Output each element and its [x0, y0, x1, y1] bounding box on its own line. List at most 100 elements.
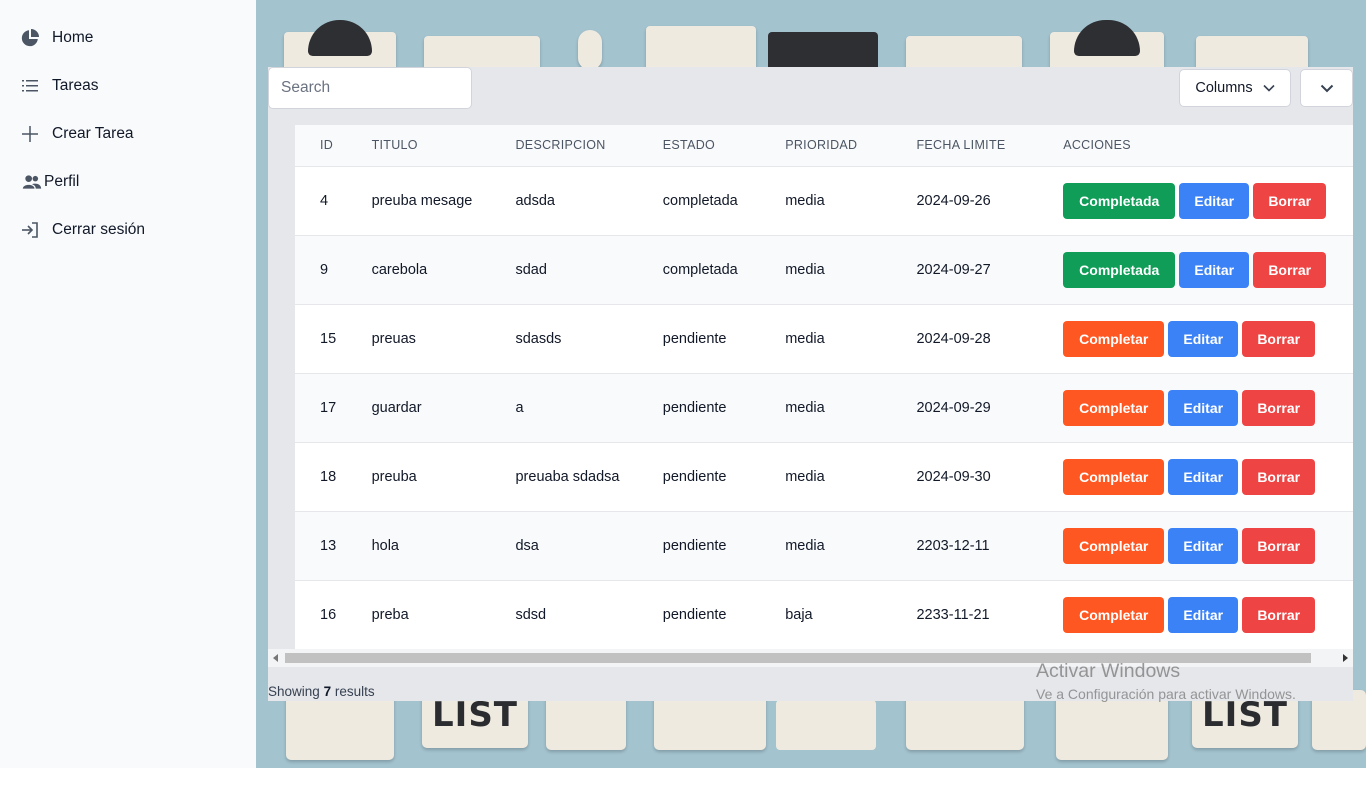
cell-prioridad: media — [785, 442, 917, 512]
sidebar-item-perfil[interactable]: Perfil — [0, 158, 256, 206]
scroll-right-arrow-icon[interactable] — [1343, 654, 1348, 662]
complete-button[interactable]: Completar — [1063, 458, 1165, 495]
cell-fecha-limite: 2024-09-30 — [916, 442, 1064, 512]
cell-acciones: Completar Editar Borrar — [1063, 442, 1353, 512]
sidebar-item-label: Home — [52, 29, 94, 46]
plus-icon — [20, 124, 40, 144]
column-header-titulo[interactable]: TITULO — [371, 125, 516, 167]
complete-button[interactable]: Completar — [1063, 527, 1165, 564]
delete-button[interactable]: Borrar — [1242, 527, 1316, 564]
windows-activation-watermark: Activar Windows Ve a Configuración para … — [1036, 660, 1296, 702]
cell-id: 15 — [295, 304, 372, 374]
sidebar: Home Tareas Crear Tarea Perfil Cerrar se… — [0, 0, 256, 768]
cell-prioridad: baja — [785, 580, 917, 649]
table-header-row: ID TITULO DESCRIPCION ESTADO PRIORIDAD F… — [295, 125, 1353, 167]
delete-button[interactable]: Borrar — [1253, 251, 1327, 288]
cell-id: 16 — [295, 580, 372, 649]
search-input[interactable] — [268, 67, 472, 109]
edit-button[interactable]: Editar — [1179, 182, 1250, 219]
cell-prioridad: media — [785, 373, 917, 443]
edit-button[interactable]: Editar — [1168, 527, 1239, 564]
cell-estado: pendiente — [662, 511, 786, 581]
delete-button[interactable]: Borrar — [1242, 596, 1316, 633]
cell-id: 13 — [295, 511, 372, 581]
sidebar-item-tareas[interactable]: Tareas — [0, 62, 256, 110]
table-row: 15 preuas sdasds pendiente media 2024-09-28 Co… — [295, 304, 1353, 374]
sidebar-item-label: Tareas — [52, 77, 99, 94]
column-header-id[interactable]: ID — [295, 125, 372, 167]
cell-id: 9 — [295, 235, 372, 305]
list-icon — [20, 76, 40, 96]
table-row: 13 hola dsa pendiente media 2203-12-11 Complet… — [295, 511, 1353, 581]
column-header-estado[interactable]: ESTADO — [662, 125, 786, 167]
cell-titulo: preuba — [371, 442, 516, 512]
columns-button[interactable]: Columns — [1179, 69, 1291, 107]
showing-suffix: results — [334, 684, 375, 699]
cell-id: 4 — [295, 166, 372, 236]
column-header-fecha-limite[interactable]: FECHA LIMITE — [916, 125, 1064, 167]
edit-button[interactable]: Editar — [1168, 458, 1239, 495]
cell-descripcion: preuaba sdadsa — [515, 442, 663, 512]
sidebar-item-home[interactable]: Home — [0, 14, 256, 62]
cell-fecha-limite: 2203-12-11 — [916, 511, 1064, 581]
sidebar-item-cerrar-sesion[interactable]: Cerrar sesión — [0, 206, 256, 254]
cell-titulo: preuas — [371, 304, 516, 374]
columns-label: Columns — [1195, 80, 1253, 96]
tasks-table-container: ID TITULO DESCRIPCION ESTADO PRIORIDAD F… — [295, 125, 1353, 649]
cell-estado: completada — [662, 166, 786, 236]
options-dropdown-button[interactable] — [1300, 69, 1353, 107]
complete-button[interactable]: Completar — [1063, 320, 1165, 357]
sidebar-item-label: Cerrar sesión — [52, 221, 146, 238]
delete-button[interactable]: Borrar — [1253, 182, 1327, 219]
edit-button[interactable]: Editar — [1179, 251, 1250, 288]
sidebar-item-crear-tarea[interactable]: Crear Tarea — [0, 110, 256, 158]
table-row: 9 carebola sdad completada media 2024-09-27 Co… — [295, 235, 1353, 305]
table-row: 16 preba sdsd pendiente baja 2233-11-21 Comple… — [295, 580, 1353, 649]
sidebar-item-label: Perfil — [44, 173, 80, 190]
completed-button[interactable]: Completada — [1063, 251, 1176, 288]
cell-titulo: preuba mesage — [371, 166, 516, 236]
cell-descripcion: dsa — [515, 511, 663, 581]
column-header-acciones: ACCIONES — [1063, 125, 1353, 167]
cell-descripcion: sdasds — [515, 304, 663, 374]
chevron-down-icon — [1263, 84, 1275, 92]
cell-fecha-limite: 2024-09-26 — [916, 166, 1064, 236]
results-summary: Showing 7 results — [268, 684, 375, 699]
table-row: 18 preuba preuaba sdadsa pendiente media 2024… — [295, 442, 1353, 512]
delete-button[interactable]: Borrar — [1242, 458, 1316, 495]
cell-estado: pendiente — [662, 304, 786, 374]
cell-descripcion: a — [515, 373, 663, 443]
cell-estado: pendiente — [662, 580, 786, 649]
delete-button[interactable]: Borrar — [1242, 389, 1316, 426]
delete-button[interactable]: Borrar — [1242, 320, 1316, 357]
cell-prioridad: media — [785, 235, 917, 305]
cell-prioridad: media — [785, 304, 917, 374]
complete-button[interactable]: Completar — [1063, 596, 1165, 633]
edit-button[interactable]: Editar — [1168, 596, 1239, 633]
column-header-prioridad[interactable]: PRIORIDAD — [785, 125, 917, 167]
cell-estado: pendiente — [662, 373, 786, 443]
pie-chart-icon — [20, 28, 40, 48]
scroll-left-arrow-icon[interactable] — [273, 654, 278, 662]
cell-id: 17 — [295, 373, 372, 443]
complete-button[interactable]: Completar — [1063, 389, 1165, 426]
cell-estado: pendiente — [662, 442, 786, 512]
bottom-margin — [0, 768, 1366, 810]
cell-titulo: carebola — [371, 235, 516, 305]
users-icon — [20, 172, 44, 192]
sidebar-item-label: Crear Tarea — [52, 125, 134, 142]
results-count: 7 — [323, 684, 332, 699]
cell-prioridad: media — [785, 511, 917, 581]
column-header-descripcion[interactable]: DESCRIPCION — [515, 125, 663, 167]
cell-descripcion: sdad — [515, 235, 663, 305]
cell-prioridad: media — [785, 166, 917, 236]
chevron-down-icon — [1320, 84, 1333, 92]
edit-button[interactable]: Editar — [1168, 320, 1239, 357]
cell-acciones: Completar Editar Borrar — [1063, 580, 1353, 649]
cell-titulo: hola — [371, 511, 516, 581]
table-row: 17 guardar a pendiente media 2024-09-29 Comple… — [295, 373, 1353, 443]
cell-fecha-limite: 2024-09-27 — [916, 235, 1064, 305]
edit-button[interactable]: Editar — [1168, 389, 1239, 426]
completed-button[interactable]: Completada — [1063, 182, 1176, 219]
tasks-table: ID TITULO DESCRIPCION ESTADO PRIORIDAD F… — [295, 125, 1353, 649]
